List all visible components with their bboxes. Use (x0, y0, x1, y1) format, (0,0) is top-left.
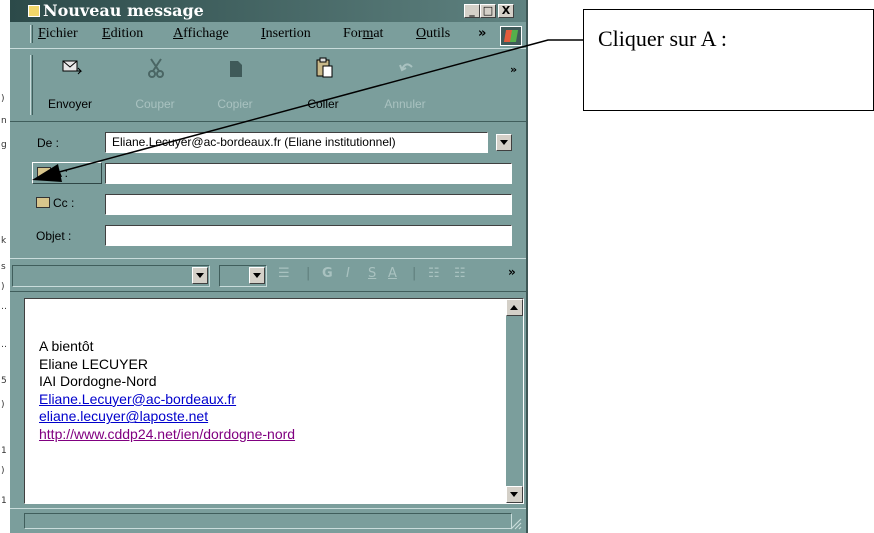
from-dropdown-button[interactable] (496, 134, 512, 151)
toolbar-separator: | (306, 266, 311, 281)
email-link-laposte[interactable]: eliane.lecuyer@laposte.net (39, 408, 295, 426)
menu-affichage-rest: ffichage (183, 26, 229, 41)
bullet-list-icon[interactable]: ☷ (454, 266, 466, 281)
menu-outils[interactable]: Outils (416, 26, 450, 42)
italic-icon[interactable]: I (346, 266, 350, 281)
menu-insertion[interactable]: Insertion (261, 26, 311, 42)
menu-edition[interactable]: Edition (102, 26, 143, 42)
status-pane (24, 513, 512, 529)
paragraph-style-icon[interactable]: ☰ (278, 266, 290, 281)
menu-format-mnemonic: m (362, 26, 374, 41)
message-window-icon (28, 5, 40, 17)
copy-label: Copier (217, 97, 253, 111)
menu-affichage-mnemonic: A (173, 26, 184, 41)
address-book-icon (37, 167, 51, 178)
font-size-dropdown[interactable] (249, 267, 265, 284)
menu-fichier-mnemonic: F (38, 26, 46, 41)
cc-label-group[interactable]: Cc : (36, 196, 74, 210)
font-color-icon[interactable]: A (388, 266, 397, 281)
menu-format-pre: For (343, 26, 363, 41)
paste-label: Coller (307, 97, 339, 111)
body-line: A bientôt (39, 338, 94, 354)
undo-icon (399, 63, 413, 72)
from-field[interactable]: Eliane.Lecuyer@ac-bordeaux.fr (Eliane in… (105, 132, 488, 153)
copy-icon (230, 61, 242, 77)
to-address-book-button[interactable]: A : (32, 162, 102, 184)
menu-outils-mnemonic: O (416, 26, 427, 41)
email-link-academic[interactable]: Eliane.Lecuyer@ac-bordeaux.fr (39, 391, 295, 409)
title-bar: Nouveau message _ □ X (10, 0, 526, 22)
cut-button[interactable]: Couper (120, 53, 190, 117)
body-line: IAI Dordogne-Nord (39, 373, 157, 390)
cc-label: Cc : (53, 196, 75, 210)
message-body-text: A bientôt Eliane LECUYER IAI Dordogne-No… (39, 338, 295, 444)
menu-format-rest: at (373, 26, 384, 41)
vertical-scrollbar[interactable] (506, 299, 523, 503)
undo-label: Annuler (384, 97, 426, 111)
bold-icon[interactable]: G (322, 266, 333, 281)
send-button[interactable]: Envoyer (35, 53, 105, 117)
paste-icon (316, 57, 333, 78)
maximize-button[interactable]: □ (480, 4, 496, 18)
minimize-button[interactable]: _ (464, 4, 480, 18)
send-icon (62, 60, 83, 75)
resize-grip-icon[interactable] (508, 516, 522, 530)
scroll-up-button[interactable] (506, 299, 523, 316)
new-message-window: Nouveau message _ □ X Fichier Edition Af… (10, 0, 528, 533)
toolbar-overflow-chevron[interactable]: » (510, 63, 517, 76)
to-label: A : (54, 166, 69, 180)
paste-button[interactable]: Coller (288, 53, 358, 117)
menu-insertion-rest: nsertion (265, 26, 311, 41)
format-overflow-chevron[interactable]: » (508, 265, 516, 279)
font-name-dropdown[interactable] (192, 267, 208, 284)
close-button[interactable]: X (498, 4, 514, 18)
subject-label: Objet : (36, 229, 72, 243)
standard-toolbar: Envoyer Couper Copier Coller Annuler » (10, 48, 526, 122)
website-link[interactable]: http://www.cddp24.net/ien/dordogne-nord (39, 426, 295, 444)
menu-format[interactable]: Format (343, 26, 383, 42)
formatting-toolbar: ☰ | G I S A | ☷ ☷ » (10, 258, 526, 292)
menubar-grip[interactable] (30, 25, 33, 43)
menu-bar: Fichier Edition Affichage Insertion Form… (10, 22, 526, 46)
toolbar-separator: | (412, 266, 417, 281)
to-field[interactable] (105, 163, 512, 184)
menu-edition-mnemonic: E (102, 26, 111, 41)
status-bar (10, 508, 526, 533)
numbered-list-icon[interactable]: ☷ (428, 266, 440, 281)
callout-text: Cliquer sur A : (598, 26, 727, 51)
underline-icon[interactable]: S (368, 266, 376, 281)
menu-overflow-chevron[interactable]: » (478, 26, 486, 41)
font-size-combo[interactable] (219, 265, 267, 287)
cut-label: Couper (135, 97, 175, 111)
annotation-callout-box: Cliquer sur A : (583, 9, 874, 111)
window-title: Nouveau message (43, 1, 204, 20)
menu-affichage[interactable]: Affichage (173, 26, 229, 42)
menu-fichier-rest: ichier (45, 26, 78, 41)
menu-outils-rest: utils (426, 26, 451, 41)
scroll-down-button[interactable] (506, 486, 523, 503)
scissors-icon (148, 58, 164, 78)
menu-fichier[interactable]: Fichier (38, 26, 78, 42)
menu-edition-rest: dition (110, 26, 144, 41)
font-name-combo[interactable] (12, 265, 210, 287)
send-label: Envoyer (47, 97, 93, 111)
subject-field[interactable] (105, 225, 512, 246)
address-book-icon (36, 197, 50, 208)
windows-logo-icon (500, 26, 522, 46)
cc-field[interactable] (105, 194, 512, 215)
toolbar-grip[interactable] (30, 55, 33, 115)
undo-button[interactable]: Annuler (370, 53, 440, 117)
message-body-editor[interactable]: A bientôt Eliane LECUYER IAI Dordogne-No… (24, 298, 524, 504)
body-line: Eliane LECUYER (39, 355, 148, 372)
from-label: De : (37, 136, 60, 150)
copy-button[interactable]: Copier (200, 53, 270, 117)
